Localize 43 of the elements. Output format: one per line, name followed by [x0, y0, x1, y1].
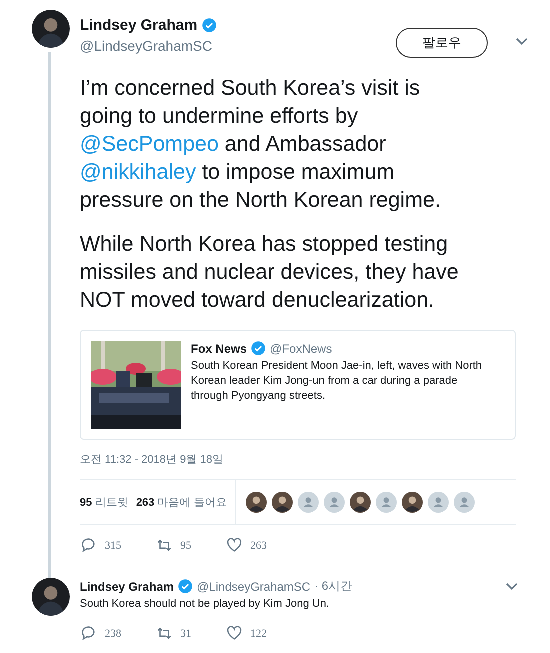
author-handle[interactable]: @LindseyGrahamSC	[80, 38, 386, 54]
quoted-tweet-card[interactable]: Fox News @FoxNews South Korean President Moon Jae-in, left, waves with North Korean leader Kim Jong-un from a car during a parade through Pyongyang streets.	[80, 330, 516, 440]
retweet-icon	[156, 537, 172, 554]
stat-link[interactable]: 95 리트윗	[80, 494, 128, 510]
default-avatar-icon[interactable]	[454, 492, 475, 512]
like-button[interactable]: 122	[226, 625, 267, 642]
retweet-button[interactable]: 95	[156, 537, 192, 554]
default-avatar-icon[interactable]	[376, 492, 397, 512]
tweet-text: I’m concerned South Korea’s visit is going to undermine efforts by @SecPompeo and Ambassador @nikkihaley to impose maximum pressure on the North Korean regime.	[80, 75, 442, 214]
avatar[interactable]	[246, 492, 267, 512]
reply-text: South Korea should not be played by Kim Jong Un.	[80, 598, 330, 610]
tweet-time[interactable]: · 6시간	[314, 578, 353, 595]
default-avatar-icon[interactable]	[324, 492, 345, 512]
avatar[interactable]	[32, 578, 70, 616]
heart-icon	[226, 537, 242, 554]
follow-button[interactable]: 팔로우	[396, 28, 488, 58]
reply-button[interactable]: 315	[80, 537, 122, 554]
avatar[interactable]	[272, 492, 293, 512]
heart-icon	[226, 625, 242, 642]
author-handle[interactable]: @LindseyGrahamSC	[197, 580, 311, 594]
avatar[interactable]	[350, 492, 371, 512]
speech-bubble-icon	[80, 625, 97, 642]
mention-link[interactable]: @nikkihaley	[80, 160, 196, 184]
chevron-down-icon[interactable]	[506, 582, 518, 590]
author-name[interactable]: Lindsey Graham	[80, 580, 174, 594]
tweet-text: While North Korea has stopped testing missiles and nuclear devices, they have NOT moved toward denuclearization.	[80, 231, 460, 314]
retweet-button[interactable]: 31	[156, 625, 192, 642]
stat-link[interactable]: 263 마음에 들어요	[136, 494, 227, 510]
retweet-icon	[156, 625, 172, 642]
quoted-author-handle: @FoxNews	[270, 342, 332, 356]
avatar[interactable]	[402, 492, 423, 512]
timestamp: 오전 11:32 - 2018년 9월 18일	[80, 453, 224, 467]
avatar[interactable]	[32, 10, 70, 48]
chevron-down-icon[interactable]	[516, 38, 528, 46]
mention-link[interactable]: @SecPompeo	[80, 132, 219, 156]
author-name[interactable]: Lindsey Graham	[80, 17, 198, 34]
quoted-tweet-text: South Korean President Moon Jae-in, left, waves with North Korean leader Kim Jong-un from a car during a parade through Pyongyang streets.	[191, 359, 484, 404]
quoted-author-name: Fox News	[191, 342, 248, 356]
default-avatar-icon[interactable]	[298, 492, 319, 512]
default-avatar-icon[interactable]	[428, 492, 449, 512]
like-button[interactable]: 263	[226, 537, 267, 554]
reply-button[interactable]: 238	[80, 625, 122, 642]
speech-bubble-icon	[80, 537, 97, 554]
